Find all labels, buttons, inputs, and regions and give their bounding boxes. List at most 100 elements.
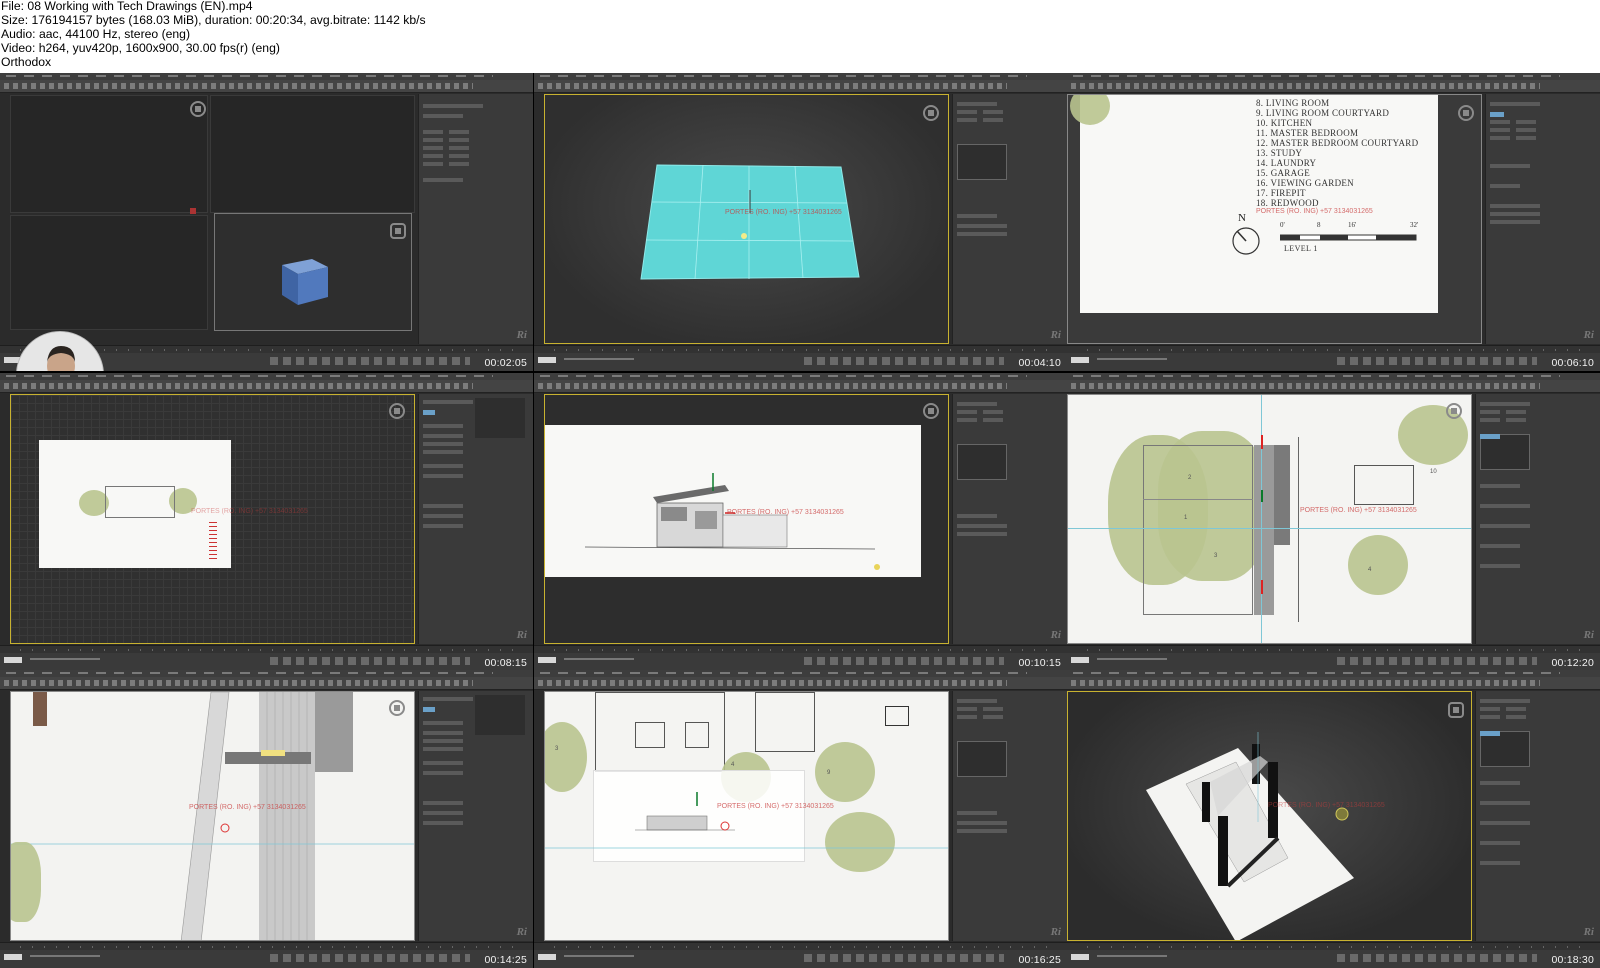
thumbnail-5[interactable]: PORTES (RO. ING) +57 3134031265 Ri 00:10… <box>534 373 1067 671</box>
menu-bar <box>534 670 1067 677</box>
watermark-text: PORTES (RO. ING) +57 3134031265 <box>1256 208 1373 215</box>
watermark-text: PORTES (RO. ING) +57 3134031265 <box>191 508 308 515</box>
command-panel[interactable] <box>1475 691 1600 941</box>
room-legend-item: 9. LIVING ROOM COURTYARD <box>1256 108 1390 118</box>
timestamp-label: 00:16:25 <box>1018 954 1061 966</box>
timestamp-label: 00:12:20 <box>1551 657 1594 669</box>
viewcube-icon[interactable] <box>389 700 405 716</box>
room-legend-item: 8. LIVING ROOM <box>1256 98 1330 108</box>
thumbnail-3[interactable]: 8. LIVING ROOM 9. LIVING ROOM COURTYARD … <box>1067 73 1600 371</box>
scale-bar <box>1280 234 1417 241</box>
plane-object[interactable] <box>545 95 949 344</box>
plan-room-number: 9 <box>827 770 831 776</box>
viewcube-icon[interactable] <box>390 223 406 239</box>
plan-with-walls[interactable] <box>1068 692 1472 941</box>
command-panel[interactable] <box>1475 394 1600 644</box>
front-viewport[interactable]: PORTES (RO. ING) +57 3134031265 <box>10 691 415 941</box>
thumbnail-grid: Ri 00:02:05 PORTES (RO. ING) +57 3134031… <box>0 73 1600 968</box>
timeline-slider[interactable] <box>0 942 533 950</box>
main-toolbar <box>534 380 1067 393</box>
command-panel[interactable] <box>418 94 533 344</box>
file-size-line: Size: 176194157 bytes (168.03 MiB), dura… <box>1 12 426 27</box>
viewcube-icon[interactable] <box>1446 403 1462 419</box>
thumbnail-4[interactable]: PORTES (RO. ING) +57 3134031265 Ri 00:08… <box>0 373 533 671</box>
plan-sheet <box>39 440 231 568</box>
timeline-slider[interactable] <box>0 645 533 653</box>
main-toolbar <box>534 80 1067 93</box>
room-legend-item: 11. MASTER BEDROOM <box>1256 128 1359 138</box>
plan-room-number: 4 <box>1368 567 1372 573</box>
command-panel[interactable] <box>952 691 1067 941</box>
thumbnail-8[interactable]: 3 4 9 PORTES (RO. ING) +57 3134031265 Ri… <box>534 670 1067 968</box>
watermark-text: PORTES (RO. ING) +57 3134031265 <box>1268 802 1385 809</box>
thumbnail-1[interactable]: Ri 00:02:05 <box>0 73 533 371</box>
viewport-left[interactable] <box>10 215 208 330</box>
top-viewport[interactable]: 1 2 3 4 10 PORTES (RO. ING) +57 31340312… <box>1067 394 1472 644</box>
north-label: N <box>1238 212 1246 224</box>
top-viewport[interactable]: 3 4 9 PORTES (RO. ING) +57 3134031265 <box>544 691 949 941</box>
thumbnail-7[interactable]: PORTES (RO. ING) +57 3134031265 Ri 00:14… <box>0 670 533 968</box>
room-legend-item: 10. KITCHEN <box>1256 118 1313 128</box>
timestamp-label: 00:06:10 <box>1551 357 1594 369</box>
brand-logo: Ri <box>1050 926 1061 938</box>
status-bar <box>0 950 533 968</box>
viewport-front[interactable] <box>210 95 415 213</box>
perspective-viewport[interactable]: PORTES (RO. ING) +57 3134031265 <box>1067 691 1472 941</box>
watermark-text: PORTES (RO. ING) +57 3134031265 <box>717 803 834 810</box>
thumbnail-2[interactable]: PORTES (RO. ING) +57 3134031265 Ri 00:04… <box>534 73 1067 371</box>
timeline-slider[interactable] <box>534 345 1067 353</box>
watermark-text: PORTES (RO. ING) +57 3134031265 <box>725 209 842 216</box>
timestamp-label: 00:10:15 <box>1018 657 1061 669</box>
viewcube-icon[interactable] <box>1448 702 1464 718</box>
tag-line: Orthodox <box>1 54 52 69</box>
timeline-slider[interactable] <box>534 645 1067 653</box>
plan-room-number: 2 <box>1188 475 1192 481</box>
timeline-slider[interactable] <box>1067 942 1600 950</box>
room-legend-item: 14. LAUNDRY <box>1256 158 1317 168</box>
plan-room-number: 3 <box>1214 553 1218 559</box>
room-legend-item: 15. GARAGE <box>1256 168 1310 178</box>
room-legend: 8. LIVING ROOM 9. LIVING ROOM COURTYARD … <box>1256 98 1418 208</box>
top-viewport[interactable]: 8. LIVING ROOM 9. LIVING ROOM COURTYARD … <box>1067 94 1482 344</box>
main-toolbar <box>534 677 1067 690</box>
viewcube-icon[interactable] <box>923 105 939 121</box>
top-viewport[interactable]: PORTES (RO. ING) +57 3134031265 <box>10 394 415 644</box>
timestamp-label: 00:04:10 <box>1018 357 1061 369</box>
plan-room-number: 1 <box>1184 515 1188 521</box>
main-toolbar <box>0 80 533 93</box>
thumbnail-6[interactable]: 1 2 3 4 10 PORTES (RO. ING) +57 31340312… <box>1067 373 1600 671</box>
command-panel[interactable] <box>952 394 1067 644</box>
timeline-slider[interactable] <box>1067 645 1600 653</box>
box-primitive[interactable] <box>276 249 334 307</box>
status-bar <box>1067 353 1600 371</box>
viewcube-icon[interactable] <box>1458 105 1474 121</box>
brand-logo: Ri <box>1583 329 1594 341</box>
perspective-viewport[interactable]: PORTES (RO. ING) +57 3134031265 <box>544 94 949 344</box>
elevation-sheet: PORTES (RO. ING) +57 3134031265 <box>545 425 921 577</box>
audio-info-line: Audio: aac, 44100 Hz, stereo (eng) <box>1 26 191 41</box>
command-panel[interactable] <box>418 691 533 941</box>
brand-logo: Ri <box>1050 329 1061 341</box>
command-panel[interactable] <box>1485 94 1600 344</box>
timeline-slider[interactable] <box>534 942 1067 950</box>
status-bar <box>1067 950 1600 968</box>
viewcube-icon[interactable] <box>389 403 405 419</box>
timeline-slider[interactable] <box>1067 345 1600 353</box>
menu-bar <box>0 73 533 80</box>
watermark-text: PORTES (RO. ING) +57 3134031265 <box>189 804 306 811</box>
viewcube-icon[interactable] <box>923 403 939 419</box>
viewport-top[interactable] <box>10 95 208 213</box>
scale-tick: 16' <box>1348 221 1357 229</box>
room-legend-item: 16. VIEWING GARDEN <box>1256 178 1354 188</box>
plan-sheet: 8. LIVING ROOM 9. LIVING ROOM COURTYARD … <box>1070 95 1438 313</box>
thumbnail-9[interactable]: PORTES (RO. ING) +57 3134031265 Ri 00:18… <box>1067 670 1600 968</box>
command-panel[interactable] <box>952 94 1067 344</box>
front-viewport[interactable]: PORTES (RO. ING) +57 3134031265 <box>544 394 949 644</box>
elevation-drawing <box>584 473 880 570</box>
menu-bar <box>0 670 533 677</box>
status-bar <box>534 353 1067 371</box>
plan-room-number: 4 <box>731 762 735 768</box>
gizmo-marker <box>190 208 196 214</box>
viewcube-icon[interactable] <box>190 101 206 117</box>
command-panel[interactable] <box>418 394 533 644</box>
